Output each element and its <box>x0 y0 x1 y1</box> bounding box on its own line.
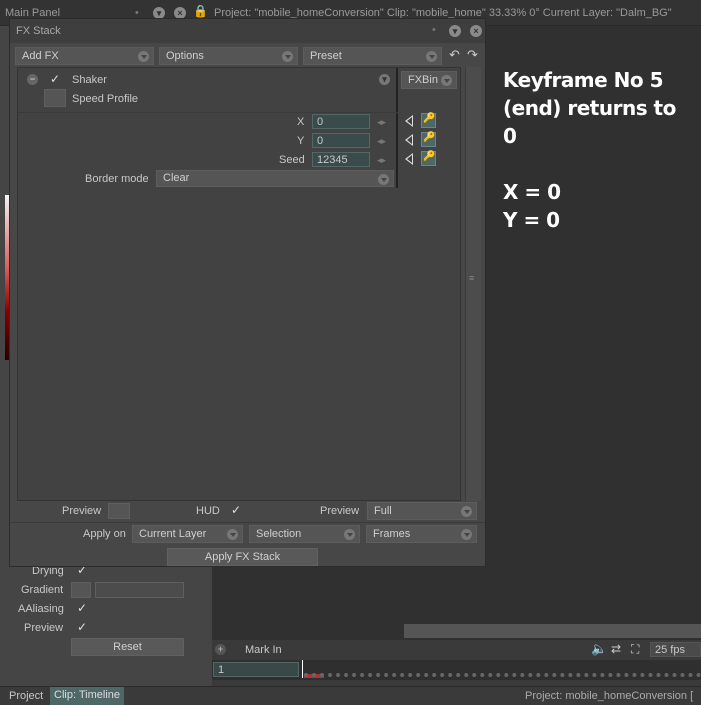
divider <box>10 522 485 523</box>
apply-on-label: Apply on <box>83 528 126 540</box>
y-spin-icon[interactable]: ◂▸ <box>377 136 386 147</box>
preview-label: Preview <box>24 622 64 634</box>
border-mode-label: Border mode <box>85 173 149 185</box>
close-icon[interactable]: × <box>470 25 482 37</box>
lock-icon[interactable]: 🔒 <box>193 4 208 18</box>
border-mode-dropdown[interactable]: Clear <box>156 170 394 187</box>
hud-label: HUD <box>196 505 220 517</box>
seed-keyframe-prev-icon[interactable] <box>405 153 413 165</box>
effect-enabled-checkbox[interactable]: ✓ <box>50 72 60 86</box>
preview-toggle[interactable] <box>108 503 130 519</box>
bottom-tab-bar: Project Clip: Timeline Project: mobile_h… <box>0 686 701 705</box>
redo-icon[interactable]: ↷ <box>467 47 478 63</box>
x-param-label: X <box>297 116 305 128</box>
frames-dropdown[interactable]: Frames <box>366 525 477 543</box>
menu-icon[interactable]: ▾ <box>449 25 461 37</box>
undo-icon[interactable]: ↶ <box>449 47 460 63</box>
dot-icon: • <box>432 24 436 36</box>
preview-toggle-label: Preview <box>62 505 102 517</box>
options-dropdown[interactable]: Options <box>159 47 298 65</box>
fx-stack-titlebar[interactable]: FX Stack • ▾ × <box>10 19 485 43</box>
seed-param-field[interactable]: 12345 <box>312 152 370 167</box>
playhead[interactable] <box>302 660 303 678</box>
x-keyframe-key-icon[interactable] <box>421 113 436 128</box>
mark-in-label: Mark In <box>245 644 282 656</box>
speed-profile-swatch[interactable] <box>44 89 66 107</box>
fit-icon[interactable]: ⛶ <box>631 642 639 657</box>
preset-dropdown[interactable]: Preset <box>303 47 442 65</box>
x-param-field[interactable]: 0 <box>312 114 370 129</box>
add-marker-icon[interactable]: + <box>215 644 226 655</box>
apply-on-dropdown[interactable]: Current Layer <box>132 525 243 543</box>
add-fx-dropdown[interactable]: Add FX <box>15 47 154 65</box>
tab-project[interactable]: Project <box>9 690 43 702</box>
speed-profile-label: Speed Profile <box>72 93 139 105</box>
y-param-field[interactable]: 0 <box>312 133 370 148</box>
x-keyframe-prev-icon[interactable] <box>405 115 413 127</box>
gradient-swatch[interactable] <box>71 582 91 598</box>
current-frame-field[interactable]: 1 <box>213 662 299 677</box>
aaliasing-checkbox[interactable]: ✓ <box>77 601 87 615</box>
gradient-label: Gradient <box>21 584 64 596</box>
gradient-bar[interactable] <box>95 582 184 598</box>
keyframe-annotation: Keyframe No 5 (end) returns to 0 X = 0 Y… <box>503 68 676 232</box>
y-keyframe-key-icon[interactable] <box>421 132 436 147</box>
fx-stack-title: FX Stack <box>16 25 61 37</box>
timeline-ruler[interactable]: 1 <box>212 660 701 680</box>
hud-checkbox[interactable]: ✓ <box>231 503 241 517</box>
preview-quality-dropdown[interactable]: Full <box>367 502 477 520</box>
seed-spin-icon[interactable]: ◂▸ <box>377 155 386 166</box>
timeline-toolbar: + Mark In 🔈 ⇄ ⛶ 25 fps <box>212 640 701 660</box>
seed-keyframe-key-icon[interactable] <box>421 151 436 166</box>
seed-param-label: Seed <box>279 154 305 166</box>
status-text: Project: mobile_homeConversion [ <box>525 690 694 702</box>
apply-fx-stack-button[interactable]: Apply FX Stack <box>167 548 318 566</box>
collapse-icon[interactable]: − <box>27 74 38 85</box>
fx-list-scrollbar[interactable]: ≡ <box>465 67 481 501</box>
preview-quality-label: Preview <box>320 505 360 517</box>
effect-menu-icon[interactable]: ▾ <box>379 74 390 85</box>
shaker-effect-panel: − ✓ Shaker ▾ Speed Profile X 0 ◂▸ Y 0 ◂▸… <box>18 68 398 188</box>
y-keyframe-prev-icon[interactable] <box>405 134 413 146</box>
fxbin-dropdown[interactable]: FXBin <box>401 71 457 89</box>
y-param-label: Y <box>297 135 305 147</box>
viewer-scrollbar[interactable] <box>404 624 701 638</box>
speaker-icon[interactable]: 🔈 <box>591 641 607 657</box>
aaliasing-label: AAliasing <box>18 603 64 615</box>
ruler-ticks <box>304 673 701 677</box>
fps-field[interactable]: 25 fps <box>650 642 701 657</box>
tab-clip-timeline[interactable]: Clip: Timeline <box>50 687 125 705</box>
preview-checkbox[interactable]: ✓ <box>77 620 87 634</box>
selection-dropdown[interactable]: Selection <box>249 525 360 543</box>
divider <box>18 112 398 113</box>
reset-button[interactable]: Reset <box>71 638 184 656</box>
scroll-grip-icon[interactable]: ≡ <box>469 274 474 283</box>
fx-list: − ✓ Shaker ▾ Speed Profile X 0 ◂▸ Y 0 ◂▸… <box>17 67 461 501</box>
effect-name: Shaker <box>72 74 107 86</box>
x-spin-icon[interactable]: ◂▸ <box>377 117 386 128</box>
loop-icon[interactable]: ⇄ <box>611 642 621 656</box>
fx-stack-window: FX Stack • ▾ × Add FX Options Preset ↶ ↷… <box>9 18 486 567</box>
